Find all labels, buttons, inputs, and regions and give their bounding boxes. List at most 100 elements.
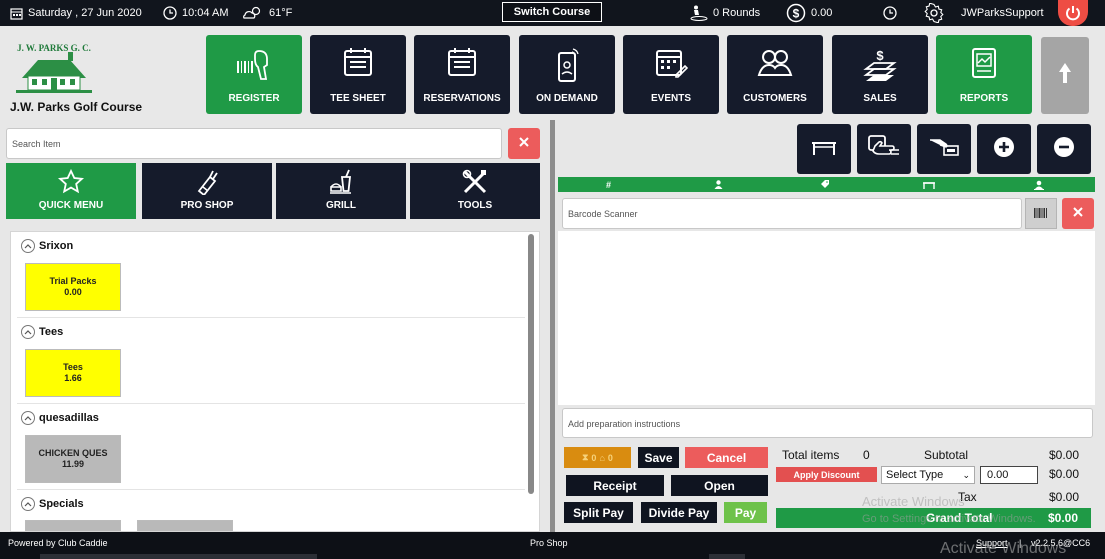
username[interactable]: JWParksSupport <box>961 0 1044 26</box>
nav-on-demand-button[interactable]: ON DEMAND <box>519 35 615 114</box>
apply-discount-button[interactable]: Apply Discount <box>776 467 877 482</box>
item-tile-special[interactable] <box>137 520 233 531</box>
calendar-icon <box>10 7 23 20</box>
time-display: 10:04 AM <box>163 0 228 26</box>
top-status-bar: Saturday , 27 Jun 2020 10:04 AM 61°F Swi… <box>0 0 1105 26</box>
nav-reports-button[interactable]: REPORTS <box>936 35 1032 114</box>
chevron-up-icon <box>21 497 35 511</box>
phone-icon <box>519 47 615 83</box>
remove-button[interactable] <box>1037 124 1091 174</box>
drink-food-icon <box>276 169 406 195</box>
power-button[interactable] <box>1058 0 1088 26</box>
collapse-up-button[interactable] <box>1041 37 1089 114</box>
item-tile-tees[interactable]: Tees 1.66 <box>25 349 121 397</box>
close-icon <box>518 135 530 153</box>
discount-amount-value: $0.00 <box>1049 467 1080 481</box>
history-clock-icon[interactable] <box>883 0 897 26</box>
calendar-list-icon <box>414 47 510 77</box>
preparation-instructions-input[interactable]: Add preparation instructions <box>562 408 1093 438</box>
course-name: J.W. Parks Golf Course <box>10 100 143 114</box>
subtotal-label: Subtotal <box>924 448 969 462</box>
section-srixon[interactable]: Srixon <box>21 239 73 253</box>
section-quesadillas[interactable]: quesadillas <box>21 411 99 425</box>
queue-icon: ⧗ <box>582 452 589 462</box>
nav-register-button[interactable]: REGISTER <box>206 35 302 114</box>
switch-course-button[interactable]: Switch Course <box>502 2 602 22</box>
discount-type-select[interactable]: Select Type ⌄ <box>881 466 975 484</box>
section-divider <box>17 403 525 404</box>
nav-sales-button[interactable]: $ SALES <box>832 35 928 114</box>
add-button[interactable] <box>977 124 1031 174</box>
settings-gear-icon[interactable] <box>924 0 944 26</box>
barcode-scanner-icon <box>206 47 302 83</box>
cart-panel: # Barcode Scanner Add preparation instru… <box>555 120 1105 532</box>
taskbar-strip <box>709 554 745 559</box>
divide-pay-button[interactable]: Divide Pay <box>641 502 717 523</box>
category-tools[interactable]: TOOLS <box>410 163 540 219</box>
calendar-list-icon <box>310 47 406 77</box>
activate-windows-watermark-footer: Activate Windows <box>940 540 1067 557</box>
user-icon <box>714 177 723 192</box>
nav-reservations-button[interactable]: RESERVATIONS <box>414 35 510 114</box>
split-pay-button[interactable]: Split Pay <box>564 502 633 523</box>
cancel-button[interactable]: Cancel <box>685 447 768 468</box>
dollar-circle-icon: $ <box>786 3 806 23</box>
chevron-up-icon <box>21 239 35 253</box>
subtotal-value: $0.00 <box>1049 448 1080 462</box>
discount-value-input[interactable]: 0.00 <box>980 466 1038 484</box>
footer-module-name: Pro Shop <box>530 538 568 548</box>
section-tees[interactable]: Tees <box>21 325 63 339</box>
users-icon <box>727 47 823 77</box>
total-items-label: Total items <box>782 448 840 462</box>
nav-tee-sheet-button[interactable]: TEE SHEET <box>310 35 406 114</box>
arrow-up-icon <box>1058 61 1072 90</box>
main-header: J. W. PARKS G. C. J.W. Parks Golf Course… <box>0 26 1105 120</box>
column-number: # <box>606 179 612 190</box>
receipt-button[interactable]: Receipt <box>566 475 664 496</box>
tray-icon: ⌂ <box>599 452 605 463</box>
sales-cash-icon: $ <box>832 47 928 83</box>
item-list: Srixon Trial Packs 0.00 Tees Tees 1.66 q… <box>10 231 540 532</box>
item-tile-chicken-ques[interactable]: CHICKEN QUES 11.99 <box>25 435 121 483</box>
clear-barcode-button[interactable] <box>1062 198 1094 229</box>
cart-items-area <box>558 231 1095 405</box>
item-panel: Search Item QUICK MENU PRO SHOP GRILL TO… <box>0 120 550 532</box>
svg-text:$: $ <box>793 7 800 21</box>
table-seat-button[interactable] <box>797 124 851 174</box>
date-display: Saturday , 27 Jun 2020 <box>10 0 142 26</box>
item-list-scrollbar[interactable] <box>528 234 534 494</box>
nav-events-button[interactable]: EVENTS <box>623 35 719 114</box>
activate-windows-subtext: Go to Settings to activate Windows. <box>862 513 1036 525</box>
cash-payment-button[interactable] <box>917 124 971 174</box>
section-specials[interactable]: Specials <box>21 497 84 511</box>
item-tile-special[interactable] <box>25 520 121 531</box>
open-button[interactable]: Open <box>671 475 768 496</box>
grand-total-value: $0.00 <box>1048 511 1079 525</box>
barcode-icon <box>1034 205 1048 223</box>
hand-cash-icon <box>928 136 960 163</box>
category-pro-shop[interactable]: PRO SHOP <box>142 163 272 219</box>
save-button[interactable]: Save <box>638 447 679 468</box>
svg-text:J. W. PARKS G. C.: J. W. PARKS G. C. <box>17 43 91 53</box>
category-grill[interactable]: GRILL <box>276 163 406 219</box>
nav-customers-button[interactable]: CUSTOMERS <box>727 35 823 114</box>
tax-value: $0.00 <box>1049 490 1080 504</box>
plus-circle-icon <box>993 136 1015 163</box>
chevron-down-icon: ⌄ <box>962 470 970 480</box>
item-tile-trial-packs[interactable]: Trial Packs 0.00 <box>25 263 121 311</box>
search-item-input[interactable]: Search Item <box>6 128 502 159</box>
table-icon <box>810 137 838 162</box>
cart-counter-badge[interactable]: ⧗ 0 ⌂ 0 <box>564 447 631 468</box>
category-quick-menu[interactable]: QUICK MENU <box>6 163 136 219</box>
barcode-button[interactable] <box>1025 198 1057 229</box>
card-payment-button[interactable] <box>857 124 911 174</box>
clear-search-button[interactable] <box>508 128 540 159</box>
barcode-scanner-input[interactable]: Barcode Scanner <box>562 198 1022 229</box>
clock-icon <box>163 6 177 20</box>
golfer-icon <box>690 5 708 21</box>
pay-button[interactable]: Pay <box>724 502 767 523</box>
chevron-up-icon <box>21 325 35 339</box>
total-items-value: 0 <box>863 448 870 462</box>
taskbar-strip <box>40 554 317 559</box>
partly-sunny-icon <box>242 6 264 20</box>
